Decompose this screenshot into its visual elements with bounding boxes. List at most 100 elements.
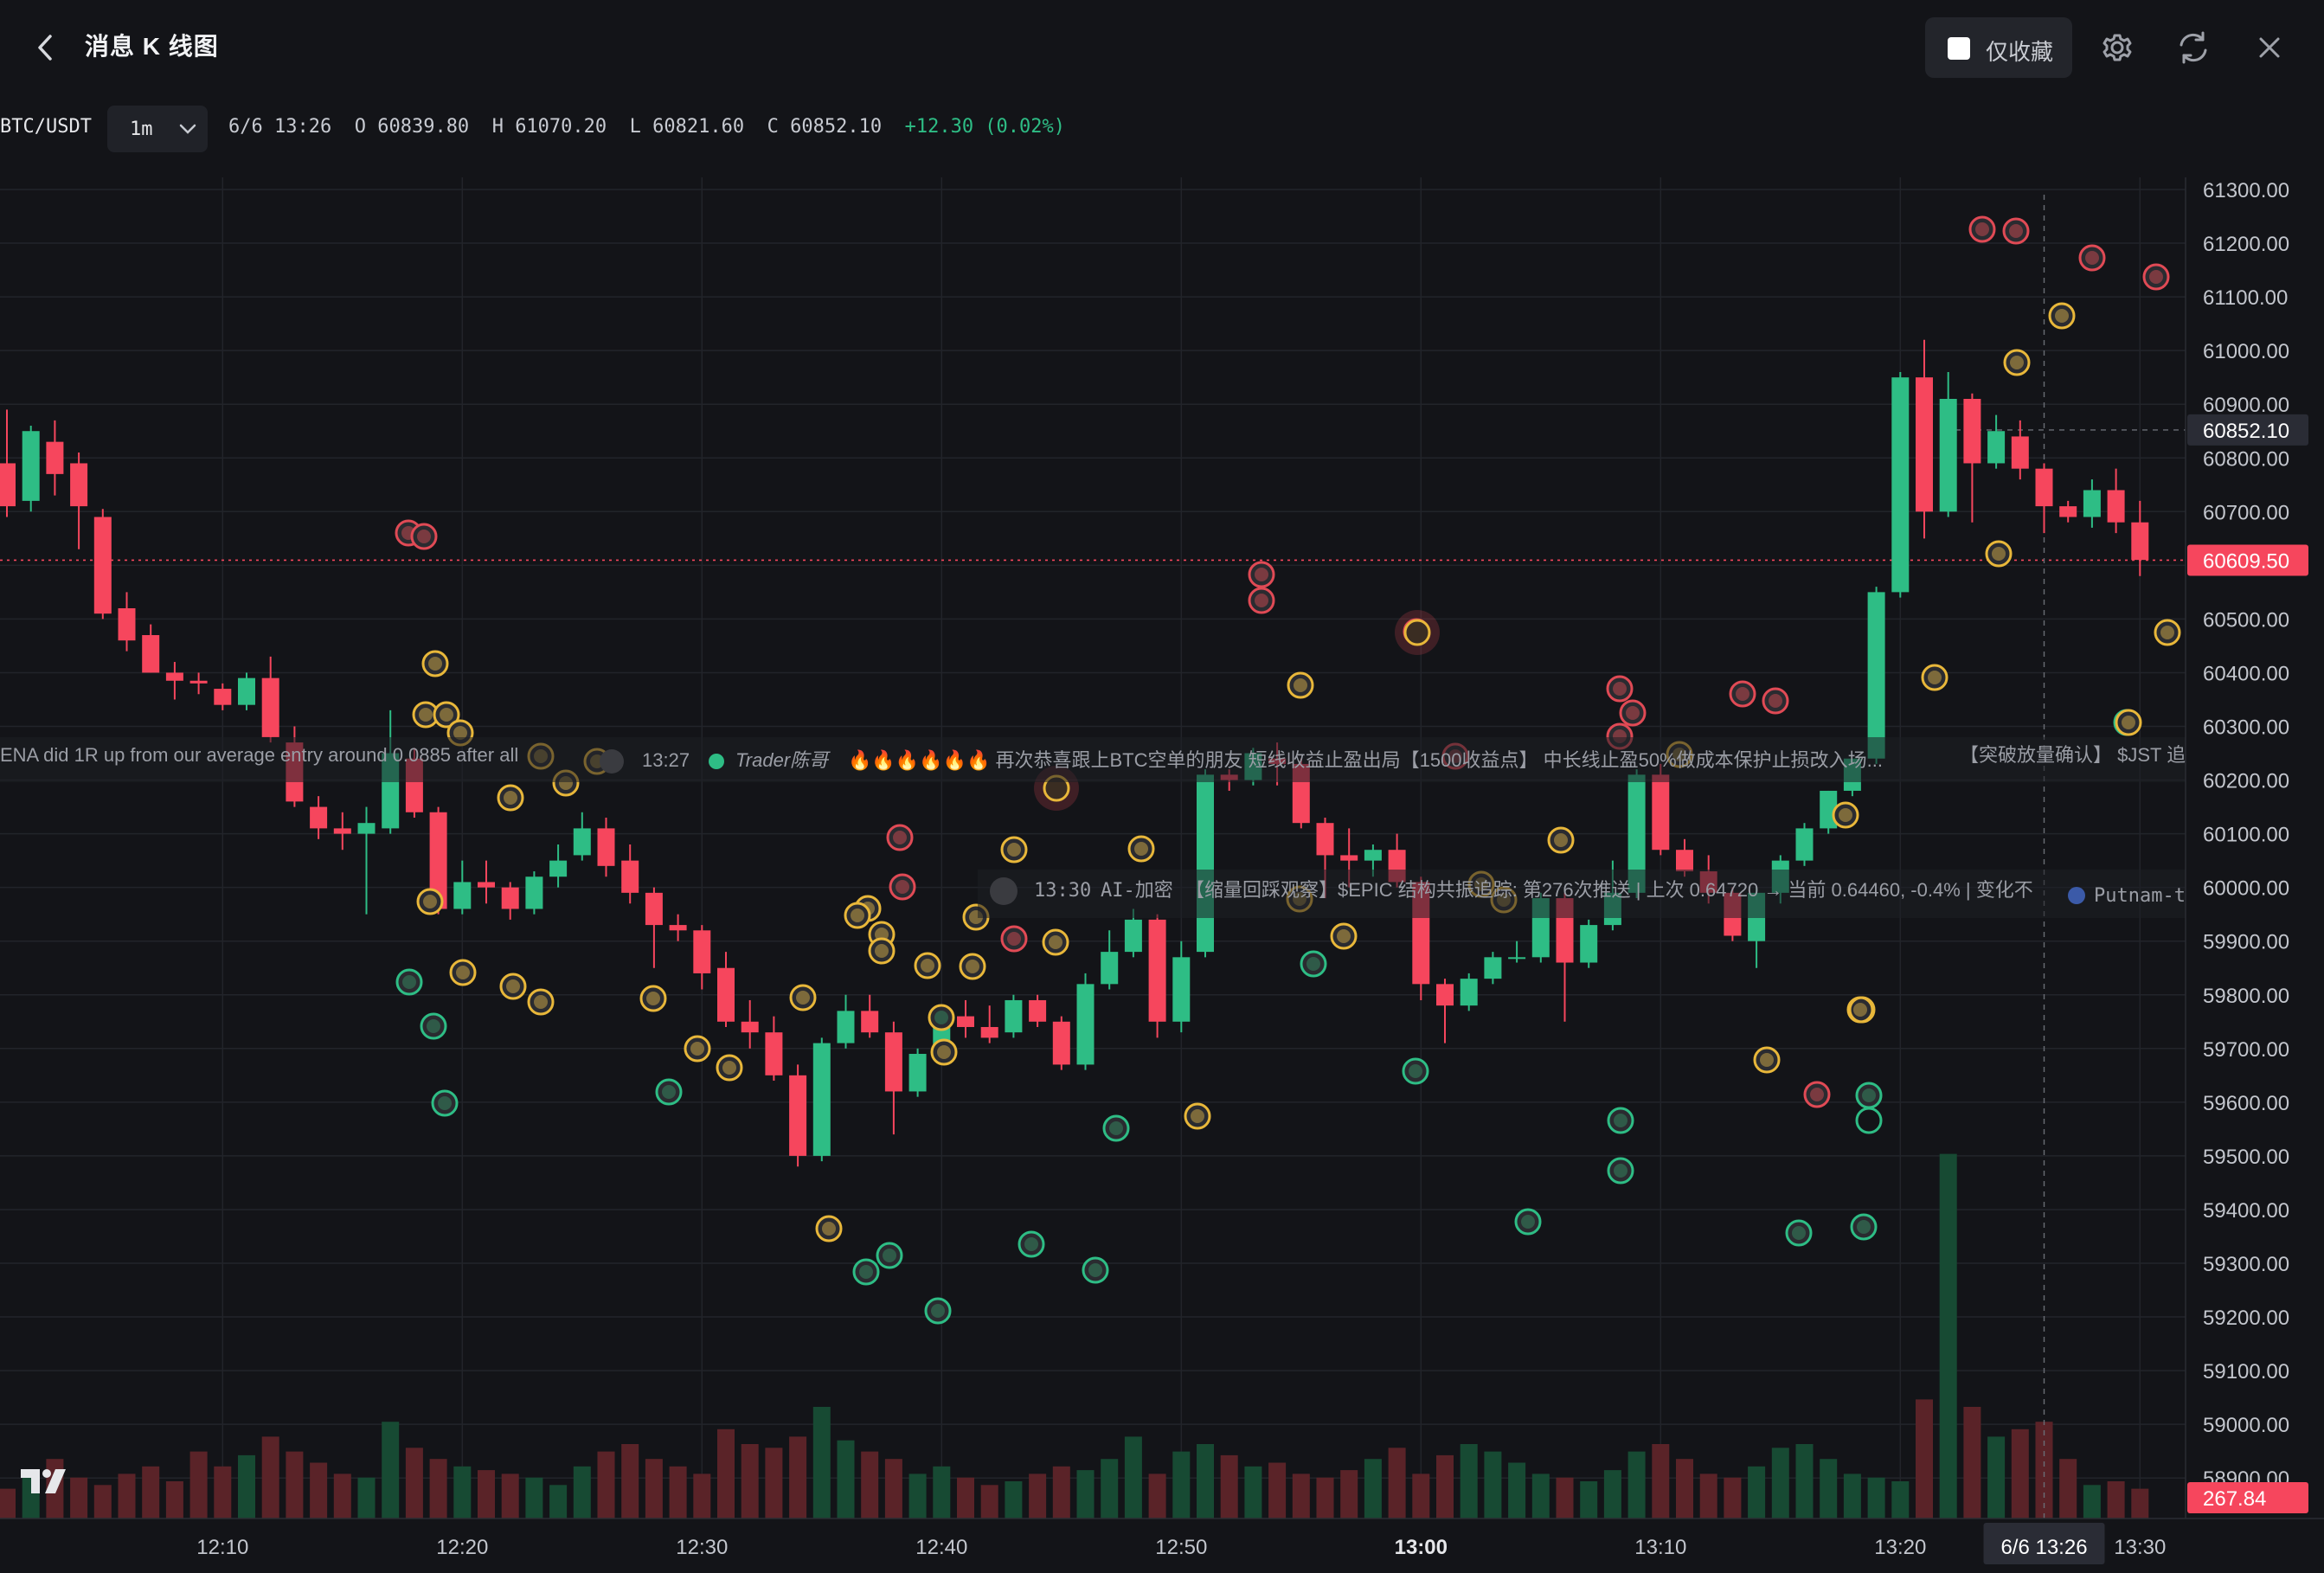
news-marker-avatar: [1613, 682, 1627, 696]
volume-bar: [549, 1485, 568, 1518]
volume-bar: [908, 1473, 927, 1518]
news-marker-icon: [1968, 215, 1996, 243]
news-marker-icon: [420, 1012, 447, 1040]
favorites-only-toggle[interactable]: 仅收藏: [1925, 17, 2072, 78]
ticker-time: 13:27: [642, 749, 690, 771]
volume-bar: [0, 1488, 16, 1518]
news-marker-icon: [2048, 302, 2076, 330]
volume-bar: [1460, 1444, 1478, 1518]
volume-bar: [1197, 1444, 1214, 1518]
news-marker-avatar: [1554, 833, 1568, 847]
news-marker-icon: [499, 973, 527, 1000]
volume-bar: [1412, 1473, 1430, 1518]
news-marker-icon: [1082, 1256, 1109, 1284]
candle-body: [980, 1026, 998, 1038]
y-tick-label: 60200.00: [2203, 770, 2289, 793]
candle-body: [1052, 1021, 1070, 1065]
news-marker-avatar: [1792, 1226, 1806, 1240]
volume-bar: [1556, 1477, 1574, 1518]
settings-button[interactable]: [2094, 24, 2141, 71]
volume-bar: [957, 1477, 974, 1518]
volume-bar: [1340, 1470, 1358, 1518]
volume-bar: [884, 1459, 902, 1518]
y-tick-label: 59000.00: [2203, 1414, 2289, 1437]
candle-body: [1148, 919, 1166, 1022]
news-marker-icon: [716, 1054, 743, 1082]
candle-body: [70, 463, 88, 507]
ticker-text: 🔥🔥🔥🔥🔥🔥 再次恭喜跟上BTC空单的朋友 短线收益止盈出局【1500收益点】 …: [848, 749, 1883, 771]
volume-bar: [980, 1485, 998, 1518]
volume-bar: [1891, 1481, 1910, 1518]
high-value: 61070.20: [515, 116, 607, 138]
candle-body: [669, 925, 687, 931]
news-ticker-bottom: 13:30 AI-加密 【缩量回踩观察】$EPIC 结构共振追踪: 第276次推送 …: [978, 870, 2324, 918]
news-marker-icon: [914, 952, 941, 979]
candle-body: [46, 441, 64, 474]
news-marker-icon: [1403, 619, 1431, 646]
volume-bar: [286, 1451, 304, 1518]
y-tick-label: 59100.00: [2203, 1360, 2289, 1384]
volume-bar: [1652, 1444, 1670, 1518]
news-marker-icon: [876, 1242, 903, 1269]
news-marker-icon: [2003, 349, 2031, 376]
news-marker-icon: [1762, 687, 1789, 715]
candle-body: [693, 930, 711, 973]
news-marker-avatar: [662, 1085, 676, 1099]
y-tick-label: 60500.00: [2203, 608, 2289, 632]
candle: [1076, 973, 1095, 1070]
news-marker-avatar: [1134, 842, 1148, 856]
candle: [1795, 823, 1814, 866]
volume-bar: [165, 1481, 183, 1518]
news-marker-avatar: [419, 708, 433, 722]
refresh-icon: [2180, 31, 2207, 64]
candle-body: [1652, 774, 1670, 851]
x-tick-label: 13:10: [1634, 1536, 1686, 1559]
close-button[interactable]: [2246, 24, 2293, 71]
volume-bar: [861, 1451, 879, 1518]
x-tick-label: 12:10: [196, 1536, 248, 1559]
news-marker-avatar: [1736, 687, 1749, 701]
candle-body: [93, 517, 112, 614]
candle: [525, 871, 543, 915]
news-marker-avatar: [440, 708, 453, 722]
volume-bar: [189, 1451, 208, 1518]
volume-bar: [310, 1462, 328, 1518]
volume-bar: [501, 1473, 519, 1518]
candle: [1052, 1016, 1070, 1070]
candle: [1891, 371, 1910, 598]
candle-body: [453, 882, 472, 909]
candle-body: [2083, 490, 2101, 517]
volume-bar: [142, 1466, 160, 1518]
news-marker-avatar: [1088, 1263, 1102, 1277]
news-marker-icon: [1248, 561, 1275, 588]
y-tick-label: 61200.00: [2203, 233, 2289, 256]
interval-select[interactable]: 1m: [107, 106, 208, 152]
candle: [1460, 973, 1478, 1011]
volume-bar: [1531, 1473, 1550, 1518]
y-tick-label: 61300.00: [2203, 179, 2289, 202]
volume-bar: [1724, 1477, 1742, 1518]
back-button[interactable]: [24, 26, 67, 69]
y-tick-label: 61100.00: [2203, 286, 2288, 310]
candle-body: [1172, 957, 1191, 1022]
volume-bar: [214, 1466, 232, 1518]
favorites-checkbox[interactable]: [1948, 37, 1970, 60]
candlestick-chart[interactable]: ENA did 1R up from our average entry aro…: [0, 177, 2324, 1573]
y-tick-label: 59300.00: [2203, 1253, 2289, 1276]
news-marker-icon: [639, 985, 667, 1012]
news-marker-avatar: [1614, 1164, 1627, 1178]
ohlc-readout: 6/6 13:26 O 60839.80 H 61070.20 L 60821.…: [228, 116, 1066, 138]
candle-body: [1939, 398, 1957, 512]
volume-bar: [93, 1485, 112, 1518]
candle: [1197, 769, 1214, 958]
news-marker-icon: [852, 1258, 880, 1286]
candle-body: [1460, 979, 1478, 1006]
candle-body: [549, 860, 568, 877]
candle-body: [2035, 468, 2053, 507]
volume-bar: [693, 1473, 711, 1518]
news-marker-avatar: [1769, 694, 1782, 708]
refresh-button[interactable]: [2170, 24, 2217, 71]
candle-body: [621, 860, 639, 893]
volume-bar: [2107, 1481, 2125, 1518]
news-marker-avatar: [1810, 1088, 1824, 1101]
